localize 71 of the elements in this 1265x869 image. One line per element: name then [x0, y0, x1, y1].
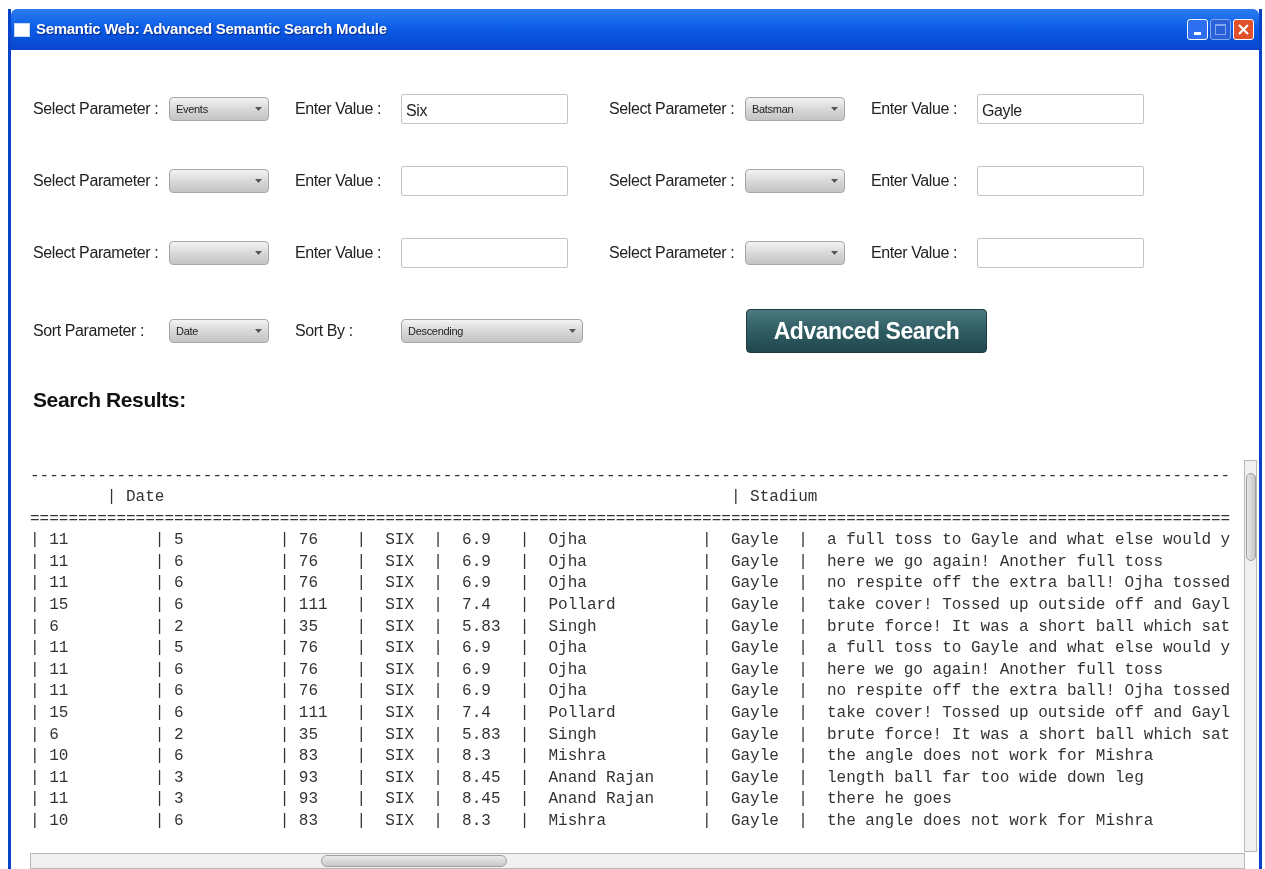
- dropdown[interactable]: Descending: [401, 319, 583, 343]
- close-button[interactable]: [1233, 19, 1254, 40]
- result-line: | 11 | 6 | 76 | SIX | 6.9 | Ojha | Gayle | here we go again! Another full toss: [30, 659, 1163, 681]
- dropdown[interactable]: [745, 169, 845, 193]
- result-line: =============================================================================================================================: [30, 508, 1231, 530]
- result-line: | Date | Stadium: [105, 487, 818, 509]
- field-label: Select Parameter :: [609, 171, 736, 191]
- value-field[interactable]: [977, 166, 1144, 196]
- maximize-icon: [1215, 24, 1226, 35]
- result-line: | 15 | 6 | 111 | SIX | 7.4 | Pollard | Gayle | take cover! Tossed up outside off and Gayl: [30, 703, 1231, 725]
- dropdown-value: Events: [176, 101, 208, 117]
- caret-icon: [255, 251, 262, 255]
- caret-icon: [831, 179, 838, 183]
- value-field[interactable]: [977, 238, 1144, 268]
- dropdown-value: Batsman: [752, 101, 794, 117]
- result-line: | 6 | 2 | 35 | SIX | 5.83 | Singh | Gayle | brute force! It was a short ball which sat: [30, 724, 1231, 746]
- dropdown-value: Date: [176, 323, 199, 339]
- value-field[interactable]: [401, 166, 568, 196]
- result-line: | 6 | 2 | 35 | SIX | 5.83 | Singh | Gayle | brute force! It was a short ball which sat: [30, 616, 1231, 638]
- field-label: Select Parameter :: [609, 243, 736, 263]
- dropdown[interactable]: Batsman: [745, 97, 845, 121]
- result-line: | 11 | 5 | 76 | SIX | 6.9 | Ojha | Gayle | a full toss to Gayle and what else would y: [30, 530, 1231, 552]
- result-line: | 11 | 6 | 76 | SIX | 6.9 | Ojha | Gayle | no respite off the extra ball! Ojha tossed: [30, 681, 1231, 703]
- caret-icon: [569, 329, 576, 333]
- field-label: Select Parameter :: [33, 171, 160, 191]
- caret-icon: [255, 179, 262, 183]
- field-label: Sort By :: [295, 321, 354, 341]
- field-label: Select Parameter :: [33, 243, 160, 263]
- minimize-button[interactable]: [1187, 19, 1208, 40]
- caret-icon: [255, 329, 262, 333]
- result-line: | 10 | 6 | 83 | SIX | 8.3 | Mishra | Gayle | the angle does not work for Mishra: [30, 746, 1154, 768]
- vertical-scrollbar[interactable]: [1244, 459, 1257, 852]
- horizontal-scrollbar[interactable]: [30, 853, 1245, 869]
- dropdown[interactable]: Date: [169, 319, 269, 343]
- dropdown[interactable]: [169, 169, 269, 193]
- field-label: Enter Value :: [295, 171, 383, 191]
- result-line: | 11 | 6 | 76 | SIX | 6.9 | Ojha | Gayle | no respite off the extra ball! Ojha tossed: [30, 573, 1231, 595]
- dropdown[interactable]: [169, 241, 269, 265]
- field-label: Sort Parameter :: [33, 321, 145, 341]
- result-line: | 11 | 5 | 76 | SIX | 6.9 | Ojha | Gayle | a full toss to Gayle and what else would y: [30, 638, 1231, 660]
- dropdown[interactable]: [745, 241, 845, 265]
- field-label: Select Parameter :: [33, 99, 160, 119]
- result-line: | 11 | 6 | 76 | SIX | 6.9 | Ojha | Gayle | here we go again! Another full toss: [30, 551, 1163, 573]
- dropdown[interactable]: Events: [169, 97, 269, 121]
- value-field[interactable]: Gayle: [977, 94, 1144, 124]
- field-label: Enter Value :: [871, 171, 959, 191]
- dropdown-value: Descending: [408, 323, 464, 339]
- value-field[interactable]: Six: [401, 94, 568, 124]
- result-line: | 10 | 6 | 83 | SIX | 8.3 | Mishra | Gayle | the angle does not work for Mishra: [30, 811, 1154, 832]
- advanced-search-button[interactable]: Advanced Search: [746, 309, 987, 353]
- scroll-thumb[interactable]: [1245, 472, 1256, 561]
- results-heading: Search Results:: [33, 387, 187, 413]
- maximize-button[interactable]: [1210, 19, 1231, 40]
- field-label: Enter Value :: [295, 243, 383, 263]
- value-field[interactable]: [401, 238, 568, 268]
- caret-icon: [255, 107, 262, 111]
- window-icon: [14, 22, 30, 37]
- result-line: -----------------------------------------------------------------------------------------------------------------------------: [30, 465, 1231, 487]
- caret-icon: [831, 107, 838, 111]
- field-label: Enter Value :: [295, 99, 383, 119]
- field-label: Enter Value :: [871, 243, 959, 263]
- minimize-icon: [1194, 32, 1201, 35]
- scroll-thumb[interactable]: [321, 855, 507, 867]
- field-label: Enter Value :: [871, 99, 959, 119]
- result-line: | 11 | 3 | 93 | SIX | 8.45 | Anand Rajan | Gayle | length ball far too wide down leg: [30, 767, 1144, 789]
- field-label: Select Parameter :: [609, 99, 736, 119]
- close-icon: [1238, 24, 1249, 35]
- result-line: | 11 | 3 | 93 | SIX | 8.45 | Anand Rajan | Gayle | there he goes: [30, 789, 952, 811]
- result-line: | 15 | 6 | 111 | SIX | 7.4 | Pollard | Gayle | take cover! Tossed up outside off and Gayl: [30, 595, 1231, 617]
- window-title: Semantic Web: Advanced Semantic Search Module: [36, 19, 387, 40]
- caret-icon: [831, 251, 838, 255]
